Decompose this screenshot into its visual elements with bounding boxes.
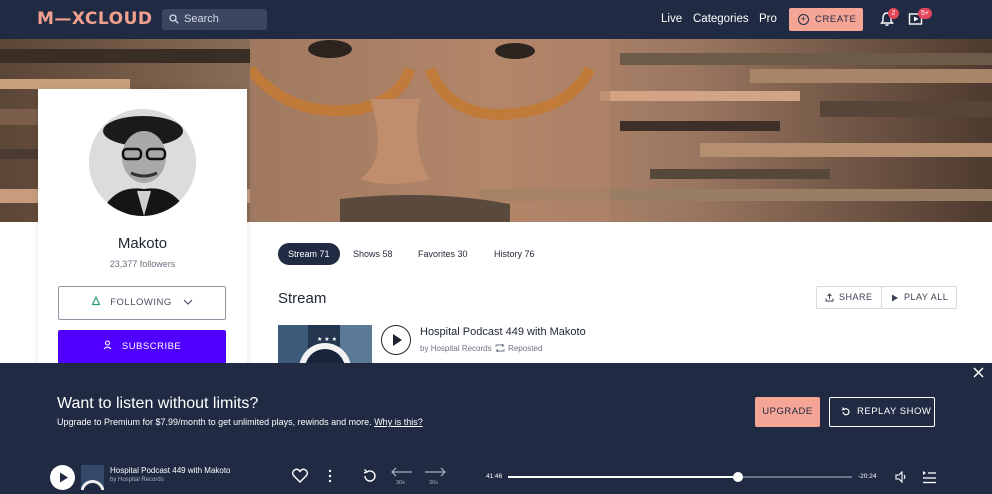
reposted-label: Reposted [508,344,543,353]
following-icon [91,295,101,306]
queue-badge: 5+ [918,8,932,19]
show-uploader[interactable]: Hospital Records [431,344,492,353]
upsell-text: Upgrade to Premium for $7.99/month to ge… [57,417,423,427]
rewind-30-icon[interactable] [390,467,413,477]
subscribe-label: SUBSCRIBE [121,341,182,352]
repost-icon [495,343,505,353]
top-nav: M—XCLOUD Search Live Categories Pro + CR… [0,0,992,39]
share-label: SHARE [839,292,873,302]
more-options-icon[interactable] [327,469,333,483]
chevron-down-icon [183,299,193,305]
player-play-button[interactable] [50,465,75,490]
show-by-prefix: by [420,344,429,353]
create-label: CREATE [815,14,857,25]
player-artwork[interactable] [81,465,104,490]
play-icon [392,333,402,346]
player-track-artist[interactable]: by Hospital Records [110,477,164,483]
rewind-30-label: 30s [396,480,405,486]
close-icon[interactable] [973,367,984,378]
search-placeholder: Search [184,13,219,25]
replay-label: REPLAY SHOW [857,406,932,417]
page: M—XCLOUD Search Live Categories Pro + CR… [0,0,992,494]
search-icon [169,14,179,24]
nav-pro[interactable]: Pro [759,12,777,27]
tab-shows[interactable]: Shows 58 [343,243,403,265]
tab-stream[interactable]: Stream 71 [278,243,340,265]
profile-name: Makoto [117,235,168,252]
volume-icon[interactable] [895,471,908,483]
upgrade-button[interactable]: UPGRADE [755,397,820,427]
notifications-badge: 2 [888,8,899,19]
show-artwork[interactable]: ★ ★ ★ [278,325,372,365]
play-all-label: PLAY ALL [904,292,949,302]
subscribe-icon [103,340,112,350]
show-title[interactable]: Hospital Podcast 449 with Makoto [420,326,586,338]
play-icon [60,472,68,483]
followers-count[interactable]: 23,377 followers [38,259,247,269]
upsell-description: Upgrade to Premium for $7.99/month to ge… [57,417,372,427]
search-input[interactable]: Search [162,9,267,30]
subscribe-button[interactable]: SUBSCRIBE [58,330,226,364]
player-track-title[interactable]: Hospital Podcast 449 with Makoto [110,466,231,475]
forward-30-icon[interactable] [424,467,447,477]
progress-bar[interactable] [508,472,852,482]
following-label: FOLLOWING [110,297,172,308]
upsell-title: Want to listen without limits? [57,395,259,412]
nav-live[interactable]: Live [661,12,682,27]
share-button[interactable]: SHARE [816,286,882,309]
heart-icon[interactable] [292,468,308,483]
why-is-this-link[interactable]: Why is this? [374,417,423,427]
profile-card: Makoto 23,377 followers FOLLOWING SUBSCR… [38,89,247,389]
stream-heading: Stream [278,290,327,307]
nav-categories[interactable]: Categories [693,12,749,27]
plus-icon: + [798,14,809,25]
mixcloud-logo[interactable]: M—XCLOUD [37,9,153,29]
avatar-image [89,109,196,216]
create-button[interactable]: + CREATE [789,8,863,31]
share-icon [825,293,834,302]
show-artwork-image: ★ ★ ★ [278,325,372,365]
replay-icon [841,407,850,416]
play-all-button[interactable]: PLAY ALL [881,286,958,309]
svg-text:★ ★ ★: ★ ★ ★ [317,336,337,343]
elapsed-time: 41:46 [486,473,503,480]
replay-show-button[interactable]: REPLAY SHOW [829,397,935,427]
player-artwork-image [81,465,104,490]
show-play-button[interactable] [381,325,411,355]
remaining-time: -20:24 [858,473,877,480]
show-byline: by Hospital Records Reposted [420,343,543,353]
forward-30-label: 30s [429,480,438,486]
cover-glasses [250,39,610,222]
following-button[interactable]: FOLLOWING [58,286,226,320]
tab-history[interactable]: History 76 [484,243,545,265]
queue-list-icon[interactable] [922,470,937,484]
play-icon [892,294,898,301]
replay-icon[interactable] [362,468,378,484]
avatar[interactable] [89,109,196,216]
tab-favorites[interactable]: Favorites 30 [408,243,478,265]
progress-fill [508,476,739,478]
